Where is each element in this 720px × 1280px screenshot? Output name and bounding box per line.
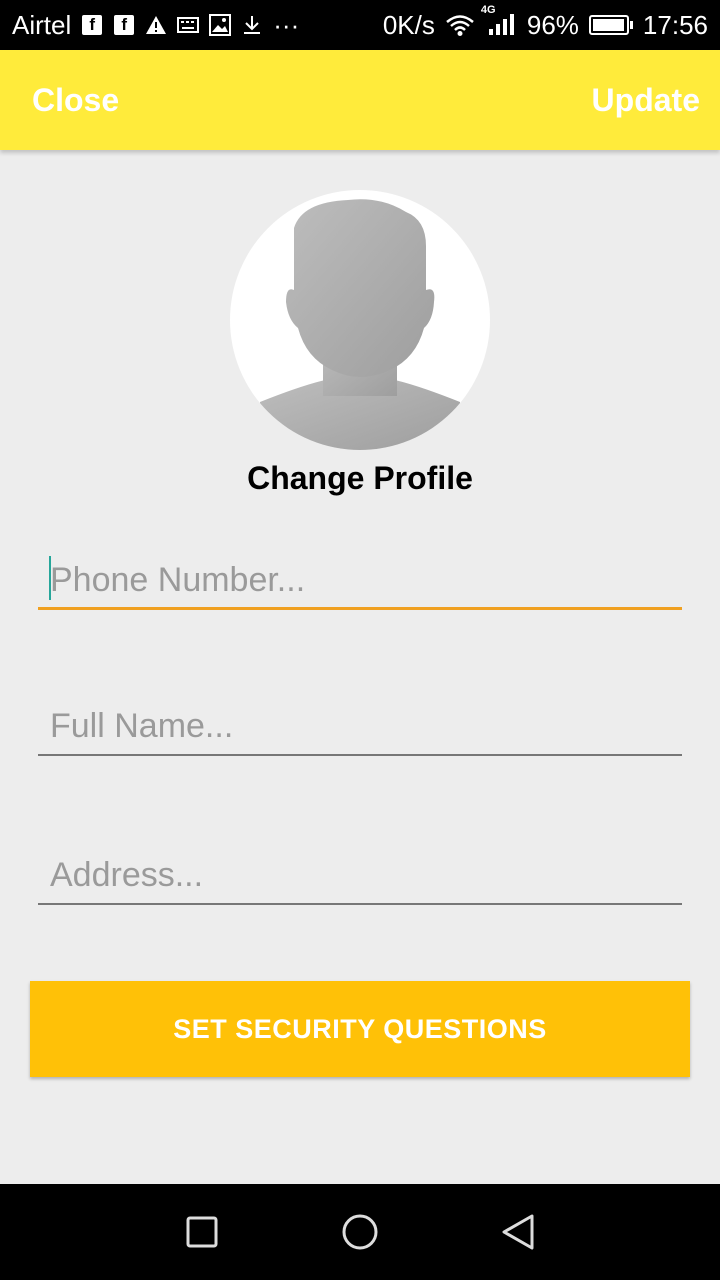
close-button[interactable]: Close	[32, 82, 119, 119]
text-cursor	[49, 556, 51, 600]
download-icon	[241, 14, 263, 36]
address-input[interactable]	[38, 845, 682, 905]
status-bar: Airtel f f ··· 0K/s 4G 96% 17:56	[0, 0, 720, 50]
network-speed: 0K/s	[382, 9, 435, 40]
phone-number-field	[38, 550, 682, 610]
home-icon[interactable]	[336, 1208, 384, 1256]
back-icon[interactable]	[494, 1208, 542, 1256]
navigation-bar	[0, 1184, 720, 1280]
battery-percent: 96%	[526, 9, 579, 40]
image-icon	[209, 14, 232, 36]
default-avatar-icon	[260, 199, 460, 450]
address-underline	[38, 903, 682, 905]
facebook-icon: f	[113, 14, 135, 36]
keyboard-icon	[177, 14, 200, 36]
carrier-name: Airtel	[12, 9, 72, 40]
wifi-icon	[445, 14, 475, 36]
warning-icon	[145, 14, 167, 36]
full-name-underline	[38, 754, 682, 756]
full-name-field	[38, 696, 682, 756]
set-security-questions-button[interactable]: SET SECURITY QUESTIONS	[30, 981, 690, 1077]
change-profile-link[interactable]: Change Profile	[0, 460, 720, 497]
signal-icon: 4G	[481, 4, 517, 36]
update-button[interactable]: Update	[592, 82, 700, 119]
recents-icon[interactable]	[178, 1208, 226, 1256]
status-left: Airtel f f ···	[12, 10, 299, 41]
battery-icon	[588, 15, 633, 35]
status-right: 0K/s 4G 96% 17:56	[382, 4, 708, 41]
phone-number-input[interactable]	[38, 550, 682, 610]
more-notifications: ···	[273, 9, 300, 40]
toolbar: Close Update	[0, 50, 720, 150]
profile-avatar[interactable]	[230, 190, 490, 450]
full-name-input[interactable]	[38, 696, 682, 756]
facebook-icon: f	[81, 14, 103, 36]
network-type: 4G	[480, 4, 496, 16]
phone-underline	[38, 607, 682, 610]
address-field	[38, 845, 682, 905]
clock: 17:56	[642, 9, 708, 40]
